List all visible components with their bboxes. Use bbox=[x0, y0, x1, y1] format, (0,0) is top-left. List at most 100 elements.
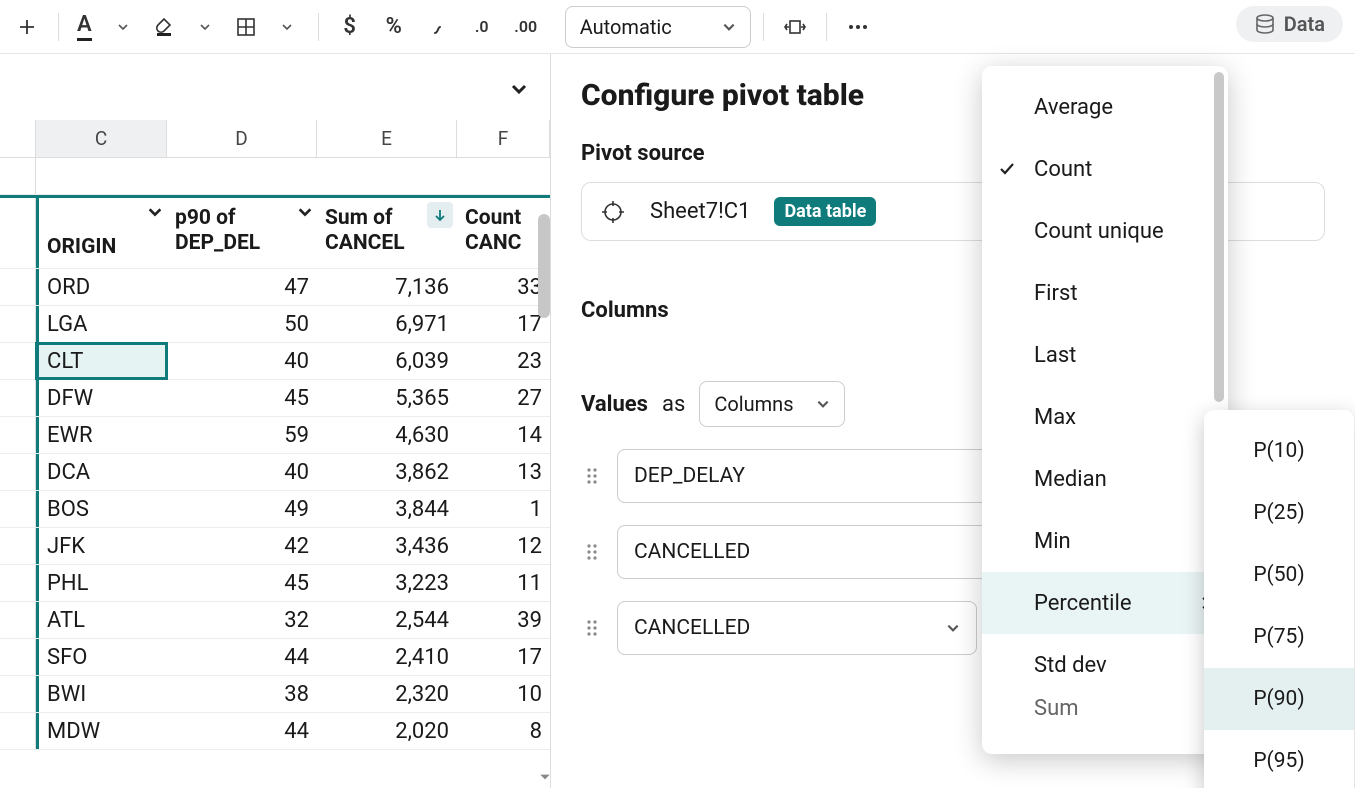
agg-menu-item[interactable]: Std dev bbox=[982, 634, 1228, 696]
cell-p90[interactable]: 38 bbox=[167, 676, 317, 712]
cell-origin[interactable]: DFW bbox=[36, 380, 167, 416]
percentile-menu-item[interactable]: P(95) bbox=[1204, 730, 1354, 788]
col-header-D[interactable]: D bbox=[167, 120, 317, 157]
cell-sum-cancel[interactable]: 3,223 bbox=[317, 565, 457, 601]
value-field-select[interactable]: CANCELLED bbox=[617, 601, 977, 655]
cell-p90[interactable]: 44 bbox=[167, 639, 317, 675]
cell-count-cancel[interactable]: 14 bbox=[457, 417, 550, 453]
fill-color-button[interactable] bbox=[148, 8, 180, 46]
increase-decimal-button[interactable]: .00 bbox=[507, 8, 545, 46]
cell-count-cancel[interactable]: 12 bbox=[457, 528, 550, 564]
pivot-col-count-cancel[interactable]: Count CANC bbox=[457, 198, 550, 268]
cell-p90[interactable]: 49 bbox=[167, 491, 317, 527]
pivot-col-sum-cancel[interactable]: Sum of CANCEL bbox=[317, 198, 457, 268]
spill-button[interactable] bbox=[776, 8, 814, 46]
cell-count-cancel[interactable]: 27 bbox=[457, 380, 550, 416]
cell-origin[interactable]: EWR bbox=[36, 417, 167, 453]
cell-sum-cancel[interactable]: 2,544 bbox=[317, 602, 457, 638]
pivot-col-p90[interactable]: p90 of DEP_DEL bbox=[167, 198, 317, 268]
sheet-expand-icon[interactable] bbox=[510, 80, 528, 98]
cell-origin[interactable]: SFO bbox=[36, 639, 167, 675]
cell-sum-cancel[interactable]: 5,365 bbox=[317, 380, 457, 416]
table-row[interactable]: LGA 50 6,971 17 bbox=[0, 306, 550, 343]
vertical-scrollbar[interactable] bbox=[538, 214, 550, 318]
col-header-E[interactable]: E bbox=[317, 120, 457, 157]
cell-count-cancel[interactable]: 10 bbox=[457, 676, 550, 712]
percentile-menu-item[interactable]: P(10) bbox=[1204, 420, 1354, 482]
agg-menu-item[interactable]: Min bbox=[982, 510, 1228, 572]
cell-sum-cancel[interactable]: 2,410 bbox=[317, 639, 457, 675]
cell-sum-cancel[interactable]: 7,136 bbox=[317, 269, 457, 305]
agg-menu-item[interactable]: Sum bbox=[982, 696, 1228, 744]
borders-button[interactable] bbox=[230, 8, 262, 46]
percentile-menu-item[interactable]: P(75) bbox=[1204, 606, 1354, 668]
col-header-F[interactable]: F bbox=[457, 120, 550, 157]
insert-button[interactable] bbox=[8, 8, 46, 46]
cell-p90[interactable]: 42 bbox=[167, 528, 317, 564]
chevron-down-icon[interactable] bbox=[297, 204, 313, 220]
cell-count-cancel[interactable]: 8 bbox=[457, 713, 550, 749]
table-row[interactable]: DCA 40 3,862 13 bbox=[0, 454, 550, 491]
percentile-menu-item[interactable]: P(50) bbox=[1204, 544, 1354, 606]
sort-desc-icon[interactable] bbox=[427, 202, 453, 228]
col-header-C[interactable]: C bbox=[36, 120, 167, 157]
table-row[interactable]: ORD 47 7,136 33 bbox=[0, 269, 550, 306]
spreadsheet-grid[interactable]: C D E F ORIGIN p90 of DEP_DEL Sum of CAN… bbox=[0, 54, 551, 788]
table-row[interactable]: JFK 42 3,436 12 bbox=[0, 528, 550, 565]
cell-count-cancel[interactable]: 33 bbox=[457, 269, 550, 305]
cell-sum-cancel[interactable]: 3,436 bbox=[317, 528, 457, 564]
cell-sum-cancel[interactable]: 3,844 bbox=[317, 491, 457, 527]
table-row[interactable]: EWR 59 4,630 14 bbox=[0, 417, 550, 454]
cell-sum-cancel[interactable]: 2,020 bbox=[317, 713, 457, 749]
values-as-select[interactable]: Columns bbox=[699, 381, 844, 427]
agg-menu-item[interactable]: Last bbox=[982, 324, 1228, 386]
more-button[interactable] bbox=[839, 8, 877, 46]
table-row[interactable]: BOS 49 3,844 1 bbox=[0, 491, 550, 528]
table-row[interactable]: SFO 44 2,410 17 bbox=[0, 639, 550, 676]
data-panel-button[interactable]: Data bbox=[1236, 6, 1343, 42]
cell-p90[interactable]: 45 bbox=[167, 565, 317, 601]
agg-menu-item[interactable]: Median bbox=[982, 448, 1228, 510]
cell-count-cancel[interactable]: 23 bbox=[457, 343, 550, 379]
scroll-down-icon[interactable] bbox=[538, 770, 552, 784]
cell-count-cancel[interactable]: 11 bbox=[457, 565, 550, 601]
table-row[interactable]: CLT 40 6,039 23 bbox=[0, 343, 550, 380]
decrease-decimal-button[interactable]: .0 bbox=[463, 8, 501, 46]
cell-origin[interactable]: BOS bbox=[36, 491, 167, 527]
cell-p90[interactable]: 40 bbox=[167, 343, 317, 379]
thousands-button[interactable] bbox=[419, 8, 457, 46]
cell-count-cancel[interactable]: 39 bbox=[457, 602, 550, 638]
cell-sum-cancel[interactable]: 4,630 bbox=[317, 417, 457, 453]
cell-p90[interactable]: 47 bbox=[167, 269, 317, 305]
percentile-menu-item[interactable]: P(25) bbox=[1204, 482, 1354, 544]
cell-p90[interactable]: 32 bbox=[167, 602, 317, 638]
cell-origin[interactable]: JFK bbox=[36, 528, 167, 564]
cell-origin[interactable]: CLT bbox=[36, 343, 167, 379]
cell-p90[interactable]: 59 bbox=[167, 417, 317, 453]
table-row[interactable]: ATL 32 2,544 39 bbox=[0, 602, 550, 639]
agg-menu-item[interactable]: First bbox=[982, 262, 1228, 324]
table-row[interactable]: PHL 45 3,223 11 bbox=[0, 565, 550, 602]
cell-origin[interactable]: MDW bbox=[36, 713, 167, 749]
fill-color-dropdown[interactable] bbox=[186, 8, 224, 46]
cell-origin[interactable]: ORD bbox=[36, 269, 167, 305]
cell-origin[interactable]: LGA bbox=[36, 306, 167, 342]
number-format-select[interactable]: Automatic bbox=[565, 6, 751, 48]
pivot-col-origin[interactable]: ORIGIN bbox=[36, 198, 167, 268]
cell-p90[interactable]: 40 bbox=[167, 454, 317, 490]
cell-p90[interactable]: 50 bbox=[167, 306, 317, 342]
cell-origin[interactable]: DCA bbox=[36, 454, 167, 490]
drag-handle-icon[interactable] bbox=[581, 619, 603, 637]
cell-sum-cancel[interactable]: 3,862 bbox=[317, 454, 457, 490]
agg-menu-item[interactable]: Count unique bbox=[982, 200, 1228, 262]
cell-origin[interactable]: ATL bbox=[36, 602, 167, 638]
agg-menu-item[interactable]: Max bbox=[982, 386, 1228, 448]
currency-button[interactable]: $ bbox=[331, 8, 369, 46]
text-color-button[interactable]: A bbox=[71, 8, 98, 46]
cell-origin[interactable]: PHL bbox=[36, 565, 167, 601]
cell-origin[interactable]: BWI bbox=[36, 676, 167, 712]
cell-sum-cancel[interactable]: 6,039 bbox=[317, 343, 457, 379]
table-row[interactable]: MDW 44 2,020 8 bbox=[0, 713, 550, 750]
chevron-down-icon[interactable] bbox=[147, 204, 163, 220]
cell-p90[interactable]: 45 bbox=[167, 380, 317, 416]
